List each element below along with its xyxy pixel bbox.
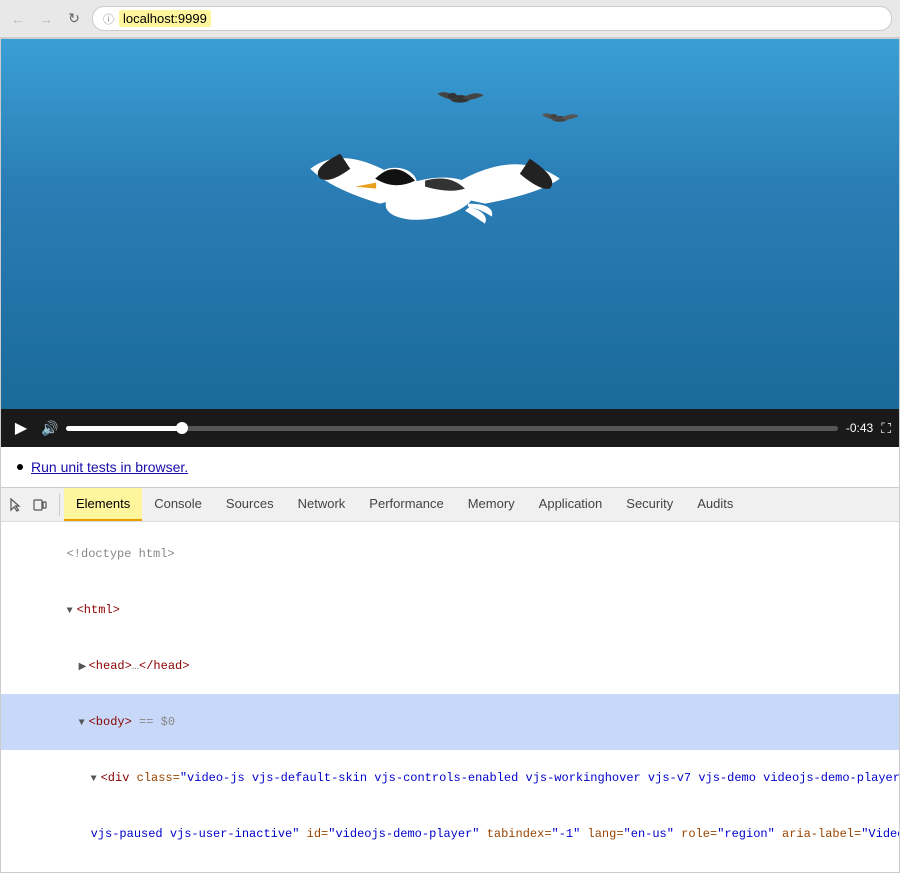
- html-line: <html>: [1, 582, 899, 638]
- html-line: <!doctype html>: [1, 526, 899, 582]
- tab-application[interactable]: Application: [527, 488, 615, 521]
- lock-icon: ⓘ: [103, 11, 114, 27]
- address-bar[interactable]: ⓘ localhost:9999: [92, 6, 892, 31]
- progress-bar[interactable]: [66, 426, 837, 431]
- video-controls: ▶ 🔊 -0:43 ⛶: [1, 409, 899, 447]
- devtools-toolbar: Elements Console Sources Network Perform…: [1, 488, 899, 522]
- devtools-tabs: Elements Console Sources Network Perform…: [64, 488, 745, 521]
- progress-fill: [66, 426, 182, 431]
- fullscreen-button[interactable]: ⛶: [881, 420, 891, 437]
- play-button[interactable]: ▶: [9, 416, 33, 440]
- browser-chrome: ← → ↻ ⓘ localhost:9999: [0, 0, 900, 38]
- video-background: [1, 39, 899, 409]
- expand-icon[interactable]: [79, 660, 89, 675]
- devtools-icon-group: [5, 494, 60, 516]
- html-line-div2: vjs-paused vjs-user-inactive" id="videoj…: [1, 806, 899, 862]
- expand-icon[interactable]: [91, 772, 101, 787]
- tab-memory[interactable]: Memory: [456, 488, 527, 521]
- back-button[interactable]: ←: [8, 9, 28, 29]
- html-line: <head>…</head>: [1, 638, 899, 694]
- progress-thumb: [176, 422, 188, 434]
- devtools-panel: Elements Console Sources Network Perform…: [1, 487, 899, 872]
- device-toolbar-button[interactable]: [29, 494, 51, 516]
- inspect-element-button[interactable]: [5, 494, 27, 516]
- devtools-content[interactable]: <!doctype html> <html> <head>…</head> <b…: [1, 522, 899, 872]
- page-body: Run unit tests in browser.: [1, 447, 899, 487]
- refresh-button[interactable]: ↻: [64, 9, 84, 29]
- tab-sources[interactable]: Sources: [214, 488, 286, 521]
- bird-scene: [1, 39, 899, 408]
- address-text: localhost:9999: [119, 10, 211, 27]
- forward-button[interactable]: →: [36, 9, 56, 29]
- html-line-ul: <ul>: [1, 862, 899, 872]
- tab-audits[interactable]: Audits: [685, 488, 745, 521]
- main-content: ▶ 🔊 -0:43 ⛶ Run unit tests in browser.: [0, 38, 900, 873]
- tab-security[interactable]: Security: [614, 488, 685, 521]
- expand-icon[interactable]: [67, 604, 77, 619]
- html-line-body: <body> == $0: [1, 694, 899, 750]
- tab-elements[interactable]: Elements: [64, 488, 142, 521]
- doctype-comment: <!doctype html>: [67, 547, 175, 561]
- video-container: [1, 39, 899, 409]
- html-line-div: <div class="video-js vjs-default-skin vj…: [1, 750, 899, 806]
- time-display: -0:43: [846, 421, 873, 435]
- volume-button[interactable]: 🔊: [41, 420, 58, 437]
- bullet-item: Run unit tests in browser.: [17, 459, 883, 475]
- bullet-point: [17, 464, 23, 470]
- tab-network[interactable]: Network: [286, 488, 358, 521]
- tab-console[interactable]: Console: [142, 488, 214, 521]
- tab-performance[interactable]: Performance: [357, 488, 455, 521]
- expand-icon[interactable]: [79, 716, 89, 731]
- unit-tests-link[interactable]: Run unit tests in browser.: [31, 459, 188, 475]
